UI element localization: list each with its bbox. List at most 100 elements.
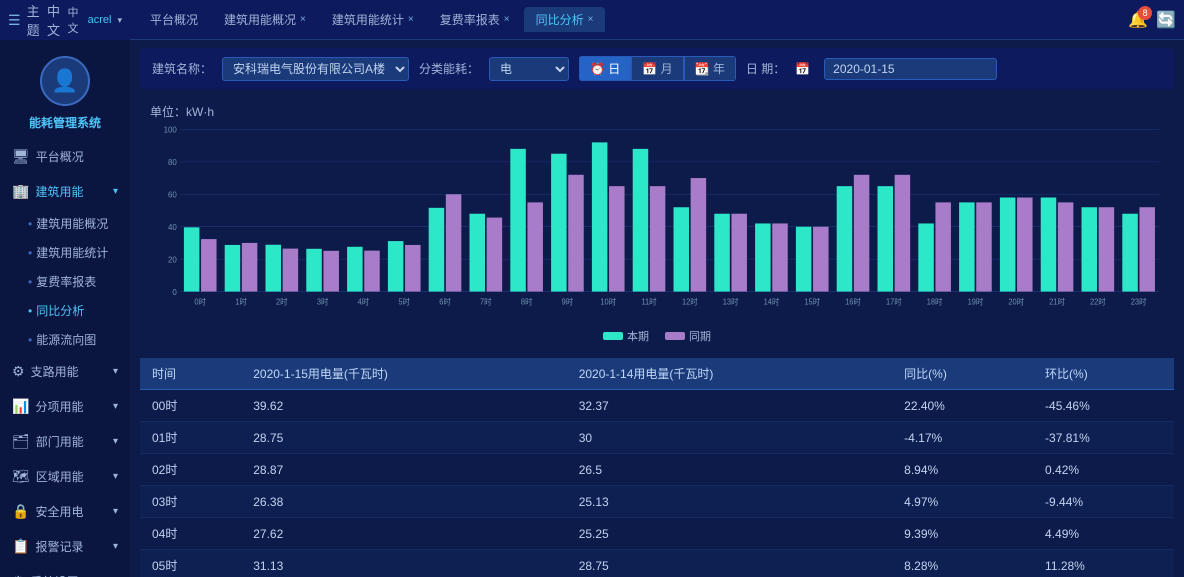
tab-recovery-rate-label: 复费率报表 (440, 11, 500, 28)
sidebar-item-system[interactable]: ⚙ 系统设置 ▾ (0, 564, 130, 577)
time-tab-year[interactable]: 📆 年 (684, 56, 736, 81)
page-content: 建筑名称： 安科瑞电气股份有限公司A楼 分类能耗： 电 ⏰ 日 📅 月 📆 年 … (130, 40, 1184, 577)
cell-previous: 28.75 (567, 550, 892, 577)
sidebar-item-subitem[interactable]: 📊 分项用能 ▾ (0, 389, 130, 424)
sidebar-item-platform[interactable]: 🖥 平台概况 (0, 139, 130, 174)
cell-current: 28.87 (241, 454, 566, 486)
cell-current: 26.38 (241, 486, 566, 518)
cell-current: 28.75 (241, 422, 566, 454)
time-tab-month[interactable]: 📅 月 (631, 56, 683, 81)
avatar: 👤 (40, 56, 90, 106)
lang-label[interactable]: 中文 (67, 4, 79, 36)
cell-previous: 25.25 (567, 518, 892, 550)
building-chevron-icon: ▾ (113, 186, 118, 197)
user-chevron-icon[interactable]: ▾ (117, 15, 122, 26)
user-profile: 👤 能耗管理系统 (0, 40, 130, 139)
svg-text:3时: 3时 (317, 296, 329, 306)
cell-mom: -37.81% (1033, 422, 1174, 454)
sidebar-item-safety-label: 安全用电 (35, 503, 83, 520)
tab-building-stats[interactable]: 建筑用能统计 × (320, 7, 426, 32)
support-chevron-icon: ▾ (113, 366, 118, 377)
sidebar-item-building[interactable]: 🏢 建筑用能 ▾ (0, 174, 130, 209)
cell-yoy: 4.97% (892, 486, 1033, 518)
svg-text:40: 40 (168, 222, 177, 232)
cell-mom: 11.28% (1033, 550, 1174, 577)
svg-text:5时: 5时 (398, 296, 410, 306)
legend-previous-label: 同期 (689, 328, 711, 344)
hamburger-icon[interactable]: ☰ (8, 12, 21, 29)
tab-building-energy-close[interactable]: × (300, 14, 306, 25)
chart-container: 单位：kW·h 0204060801000时1时2时3时4时5时6时7时8时9时… (140, 97, 1174, 350)
building-select[interactable]: 安科瑞电气股份有限公司A楼 (222, 57, 409, 81)
cell-current: 27.62 (241, 518, 566, 550)
svg-text:60: 60 (168, 189, 177, 199)
user-label[interactable]: acrel (88, 14, 112, 26)
time-tab-group: ⏰ 日 📅 月 📆 年 (579, 56, 736, 81)
sidebar-item-dept[interactable]: 🗂 部门用能 ▾ (0, 424, 130, 459)
sidebar-item-building-overview[interactable]: 建筑用能概况 (0, 209, 130, 238)
tab-platform-overview-label: 平台概况 (150, 11, 198, 28)
tab-recovery-rate-close[interactable]: × (504, 14, 510, 25)
sidebar-item-subitem-label: 分项用能 (35, 398, 83, 415)
svg-text:7时: 7时 (480, 296, 492, 306)
calendar-icon: 📅 (795, 62, 810, 76)
building-submenu: 建筑用能概况 建筑用能统计 复费率报表 同比分析 能源流向图 (0, 209, 130, 354)
sidebar-item-report[interactable]: 📋 报警记录 ▾ (0, 529, 130, 564)
tab-comparison[interactable]: 同比分析 × (524, 7, 606, 32)
cell-mom: -45.46% (1033, 390, 1174, 422)
sidebar-item-support[interactable]: ⚙ 支路用能 ▾ (0, 354, 130, 389)
report-chevron-icon: ▾ (113, 541, 118, 552)
sidebar-item-building-label: 建筑用能 (35, 183, 83, 200)
sidebar-item-energy-flow[interactable]: 能源流向图 (0, 325, 130, 354)
sidebar-item-support-label: 支路用能 (31, 363, 79, 380)
svg-text:0时: 0时 (194, 296, 206, 306)
sidebar-item-building-stats[interactable]: 建筑用能统计 (0, 238, 130, 267)
svg-text:22时: 22时 (1090, 296, 1106, 306)
category-select[interactable]: 电 (489, 57, 569, 81)
svg-text:1时: 1时 (235, 296, 247, 306)
svg-text:19时: 19时 (968, 296, 984, 306)
legend-previous-color (665, 332, 685, 340)
tab-building-stats-close[interactable]: × (408, 14, 414, 25)
sidebar-item-area[interactable]: 🗺 区域用能 ▾ (0, 459, 130, 494)
time-tab-day[interactable]: ⏰ 日 (579, 56, 631, 81)
sidebar-item-dept-label: 部门用能 (36, 433, 84, 450)
legend-current-label: 本期 (627, 328, 649, 344)
sidebar: ☰ 主题 中文 中文 acrel ▾ 👤 能耗管理系统 🖥 平台概况 🏢 建筑用… (0, 0, 130, 577)
col-current: 2020-1-15用电量(千瓦时) (241, 358, 566, 390)
cell-mom: 4.49% (1033, 518, 1174, 550)
sidebar-item-recovery-rate[interactable]: 复费率报表 (0, 267, 130, 296)
svg-text:10时: 10时 (600, 296, 616, 306)
tab-building-stats-label: 建筑用能统计 (332, 11, 404, 28)
col-yoy: 同比(%) (892, 358, 1033, 390)
col-mom: 环比(%) (1033, 358, 1174, 390)
svg-text:9时: 9时 (562, 296, 574, 306)
sidebar-item-safety[interactable]: 🔒 安全用电 ▾ (0, 494, 130, 529)
cell-previous: 25.13 (567, 486, 892, 518)
notification-badge: 8 (1138, 6, 1152, 20)
cell-yoy: 8.94% (892, 454, 1033, 486)
tab-building-energy[interactable]: 建筑用能概况 × (212, 7, 318, 32)
system-name: 能耗管理系统 (29, 114, 101, 131)
cell-time: 04时 (140, 518, 241, 550)
main-content: 平台概况 建筑用能概况 × 建筑用能统计 × 复费率报表 × 同比分析 × 🔔 … (130, 0, 1184, 577)
tab-recovery-rate[interactable]: 复费率报表 × (428, 7, 522, 32)
system-icon: ⚙ (12, 573, 25, 577)
date-input[interactable] (824, 58, 997, 80)
table-row: 01时28.7530-4.17%-37.81% (140, 422, 1174, 454)
tab-comparison-close[interactable]: × (588, 14, 594, 25)
sidebar-item-platform-label: 平台概况 (36, 148, 84, 165)
table-row: 02时28.8726.58.94%0.42% (140, 454, 1174, 486)
legend-current-color (603, 332, 623, 340)
category-label: 分类能耗： (419, 60, 479, 77)
cell-current: 31.13 (241, 550, 566, 577)
dept-icon: 🗂 (12, 433, 30, 450)
subitem-icon: 📊 (12, 398, 29, 415)
tab-platform-overview[interactable]: 平台概况 (138, 7, 210, 32)
sidebar-item-comparison[interactable]: 同比分析 (0, 296, 130, 325)
refresh-icon[interactable]: 🔄 (1156, 10, 1176, 30)
legend-previous: 同期 (665, 328, 711, 344)
safety-icon: 🔒 (12, 503, 29, 520)
svg-text:18时: 18时 (927, 296, 943, 306)
col-previous: 2020-1-14用电量(千瓦时) (567, 358, 892, 390)
